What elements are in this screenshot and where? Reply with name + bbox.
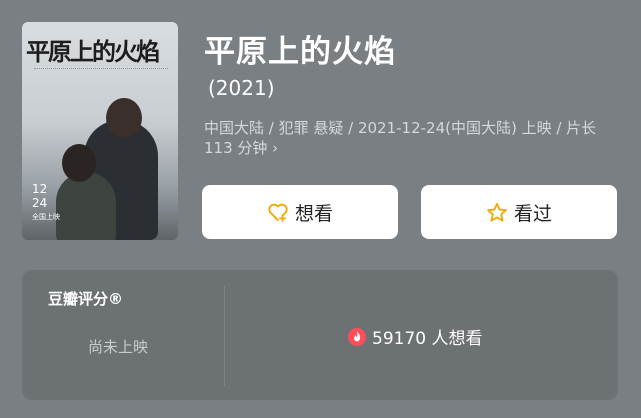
- movie-title: 平原上的火焰: [204, 34, 396, 70]
- poster-subtitle-decoration: [34, 68, 168, 75]
- rating-divider: [224, 286, 225, 386]
- movie-year: (2021): [208, 76, 275, 100]
- poster-title: 平原上的火焰: [26, 37, 160, 66]
- star-icon: [487, 202, 507, 222]
- rating-status: 尚未上映: [88, 338, 149, 356]
- rating-title: 豆瓣评分®: [48, 290, 124, 308]
- heart-plus-icon: [268, 203, 288, 222]
- poster-date-day: 24: [32, 196, 48, 210]
- want-count-text: 59170 人想看: [372, 329, 483, 349]
- want-to-watch-label: 想看: [294, 202, 333, 225]
- poster-figure-woman-head: [62, 144, 96, 182]
- flame-icon: [348, 327, 366, 346]
- poster-figure-woman: [56, 172, 116, 240]
- poster-release-date: 12 24 全国上映: [32, 182, 60, 224]
- want-count: 59170 人想看: [348, 324, 482, 349]
- want-to-watch-button[interactable]: 想看: [202, 185, 398, 239]
- poster-date-note: 全国上映: [32, 213, 60, 221]
- poster-figure-man-head: [106, 98, 142, 138]
- movie-meta-info[interactable]: 中国大陆 / 犯罪 悬疑 / 2021-12-24(中国大陆) 上映 / 片长 …: [204, 118, 614, 158]
- douban-rating-card: 豆瓣评分® 尚未上映 59170 人想看: [22, 270, 618, 400]
- watched-label: 看过: [513, 202, 552, 225]
- poster-date-month: 12: [32, 182, 48, 196]
- movie-poster[interactable]: 平原上的火焰 12 24 全国上映: [22, 22, 178, 240]
- watched-button[interactable]: 看过: [421, 185, 617, 239]
